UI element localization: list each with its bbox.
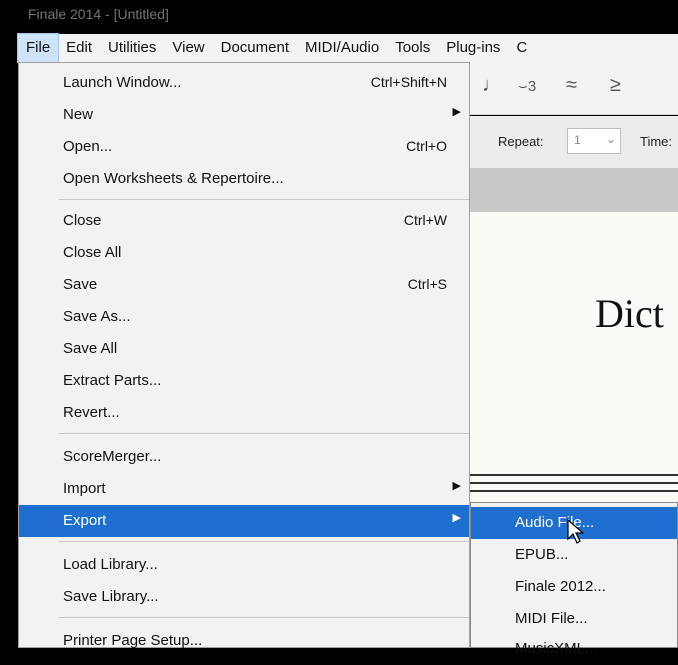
slur-tool-icon[interactable]: ≈ xyxy=(566,74,577,97)
menu-item-revert[interactable]: Revert... xyxy=(19,397,469,429)
menu-item-label: Export xyxy=(63,512,107,529)
submenu-arrow-icon: ▶ xyxy=(452,480,461,492)
menu-item-label: Revert... xyxy=(63,404,120,421)
menu-separator xyxy=(59,541,469,542)
menu-item-label: Save As... xyxy=(63,308,131,325)
menu-item-save[interactable]: Save Ctrl+S xyxy=(19,269,469,301)
menu-item-label: Close All xyxy=(63,244,122,261)
menu-tools[interactable]: Tools xyxy=(387,34,438,62)
repeat-label: Repeat: xyxy=(498,134,544,149)
window-title: Finale 2014 - [Untitled] xyxy=(28,6,169,22)
repeat-value: 1 xyxy=(574,133,581,147)
score-title: Dict xyxy=(595,291,664,336)
menu-item-launch-window[interactable]: Launch Window... Ctrl+Shift+N xyxy=(19,67,469,99)
submenu-arrow-icon: ▶ xyxy=(452,512,461,524)
menu-item-shortcut: Ctrl+O xyxy=(406,138,447,154)
menu-item-new[interactable]: New ▶ xyxy=(19,99,469,131)
menu-item-open-worksheets[interactable]: Open Worksheets & Repertoire... xyxy=(19,163,469,195)
menu-document[interactable]: Document xyxy=(213,34,297,62)
menu-item-label: MusicXML... xyxy=(515,640,598,657)
staff-line xyxy=(470,490,678,492)
menu-utilities[interactable]: Utilities xyxy=(100,34,164,62)
menu-item-extract-parts[interactable]: Extract Parts... xyxy=(19,365,469,397)
menu-item-label: New xyxy=(63,106,94,123)
menu-item-label: Extract Parts... xyxy=(63,372,162,389)
tuplet-tool-icon[interactable]: ⌣3 xyxy=(518,78,536,95)
time-label: Time: xyxy=(640,134,673,149)
menu-midi-audio[interactable]: MIDI/Audio xyxy=(297,34,387,62)
menu-item-label: Save Library... xyxy=(63,588,159,605)
title-bar: Finale 2014 - [Untitled] xyxy=(0,0,678,34)
menu-item-label: Launch Window... xyxy=(63,74,182,91)
menu-more[interactable]: C xyxy=(508,34,535,62)
repeat-select[interactable]: 1 ⌄ xyxy=(567,128,621,154)
menu-item-save-library[interactable]: Save Library... xyxy=(19,581,469,613)
submenu-item-midi-file[interactable]: MIDI File... xyxy=(471,603,677,635)
menu-item-label: Open Worksheets & Repertoire... xyxy=(63,170,284,187)
menu-item-label: MIDI File... xyxy=(515,610,588,627)
menu-item-save-all[interactable]: Save All xyxy=(19,333,469,365)
menu-separator xyxy=(59,617,469,618)
submenu-item-finale-2012[interactable]: Finale 2012... xyxy=(471,571,677,603)
menu-plug-ins[interactable]: Plug-ins xyxy=(438,34,508,62)
menu-item-open[interactable]: Open... Ctrl+O xyxy=(19,131,469,163)
menu-item-import[interactable]: Import ▶ xyxy=(19,473,469,505)
document-tab-strip xyxy=(470,168,678,212)
menu-edit[interactable]: Edit xyxy=(58,34,100,62)
menu-item-label: Load Library... xyxy=(63,556,158,573)
menu-file[interactable]: File xyxy=(16,33,60,63)
menu-item-label: Finale 2012... xyxy=(515,578,606,595)
menu-item-label: EPUB... xyxy=(515,546,569,563)
staff-line xyxy=(470,474,678,476)
chevron-down-icon: ⌄ xyxy=(605,132,616,146)
file-menu: Launch Window... Ctrl+Shift+N New ▶ Open… xyxy=(18,62,470,649)
tool-palette: ♩ ⌣3 ≈ ≥ xyxy=(470,62,678,115)
menu-item-shortcut: Ctrl+W xyxy=(403,212,447,228)
menu-item-close-all[interactable]: Close All xyxy=(19,237,469,269)
menu-item-label: Save xyxy=(63,276,98,293)
submenu-arrow-icon: ▶ xyxy=(452,106,461,118)
menu-item-label: ScoreMerger... xyxy=(63,448,162,465)
menu-item-shortcut: Ctrl+S xyxy=(407,276,447,292)
menu-item-label: Save All xyxy=(63,340,118,357)
menu-item-export[interactable]: Export ▶ xyxy=(19,505,469,537)
menu-item-printer-page-setup[interactable]: Printer Page Setup... xyxy=(19,625,469,657)
staff-line xyxy=(470,482,678,484)
menu-item-label: Open... xyxy=(63,138,113,155)
menu-item-shortcut: Ctrl+Shift+N xyxy=(370,74,447,90)
mouse-pointer-icon xyxy=(567,519,585,544)
note-tool-icon[interactable]: ♩ xyxy=(482,74,502,97)
submenu-item-musicxml[interactable]: MusicXML... xyxy=(471,633,677,665)
menu-bar: File Edit Utilities View Document MIDI/A… xyxy=(16,33,678,63)
menu-item-scoremerger[interactable]: ScoreMerger... xyxy=(19,441,469,473)
menu-item-label: Printer Page Setup... xyxy=(63,632,203,649)
menu-item-label: Close xyxy=(63,212,102,229)
menu-separator xyxy=(59,199,469,200)
options-bar: Repeat: 1 ⌄ Time: xyxy=(470,116,678,169)
menu-item-label: Import xyxy=(63,480,106,497)
menu-item-close[interactable]: Close Ctrl+W xyxy=(19,205,469,237)
menu-item-load-library[interactable]: Load Library... xyxy=(19,549,469,581)
articulation-tool-icon[interactable]: ≥ xyxy=(610,74,621,97)
menu-item-save-as[interactable]: Save As... xyxy=(19,301,469,333)
menu-view[interactable]: View xyxy=(164,34,212,62)
menu-separator xyxy=(59,433,469,434)
